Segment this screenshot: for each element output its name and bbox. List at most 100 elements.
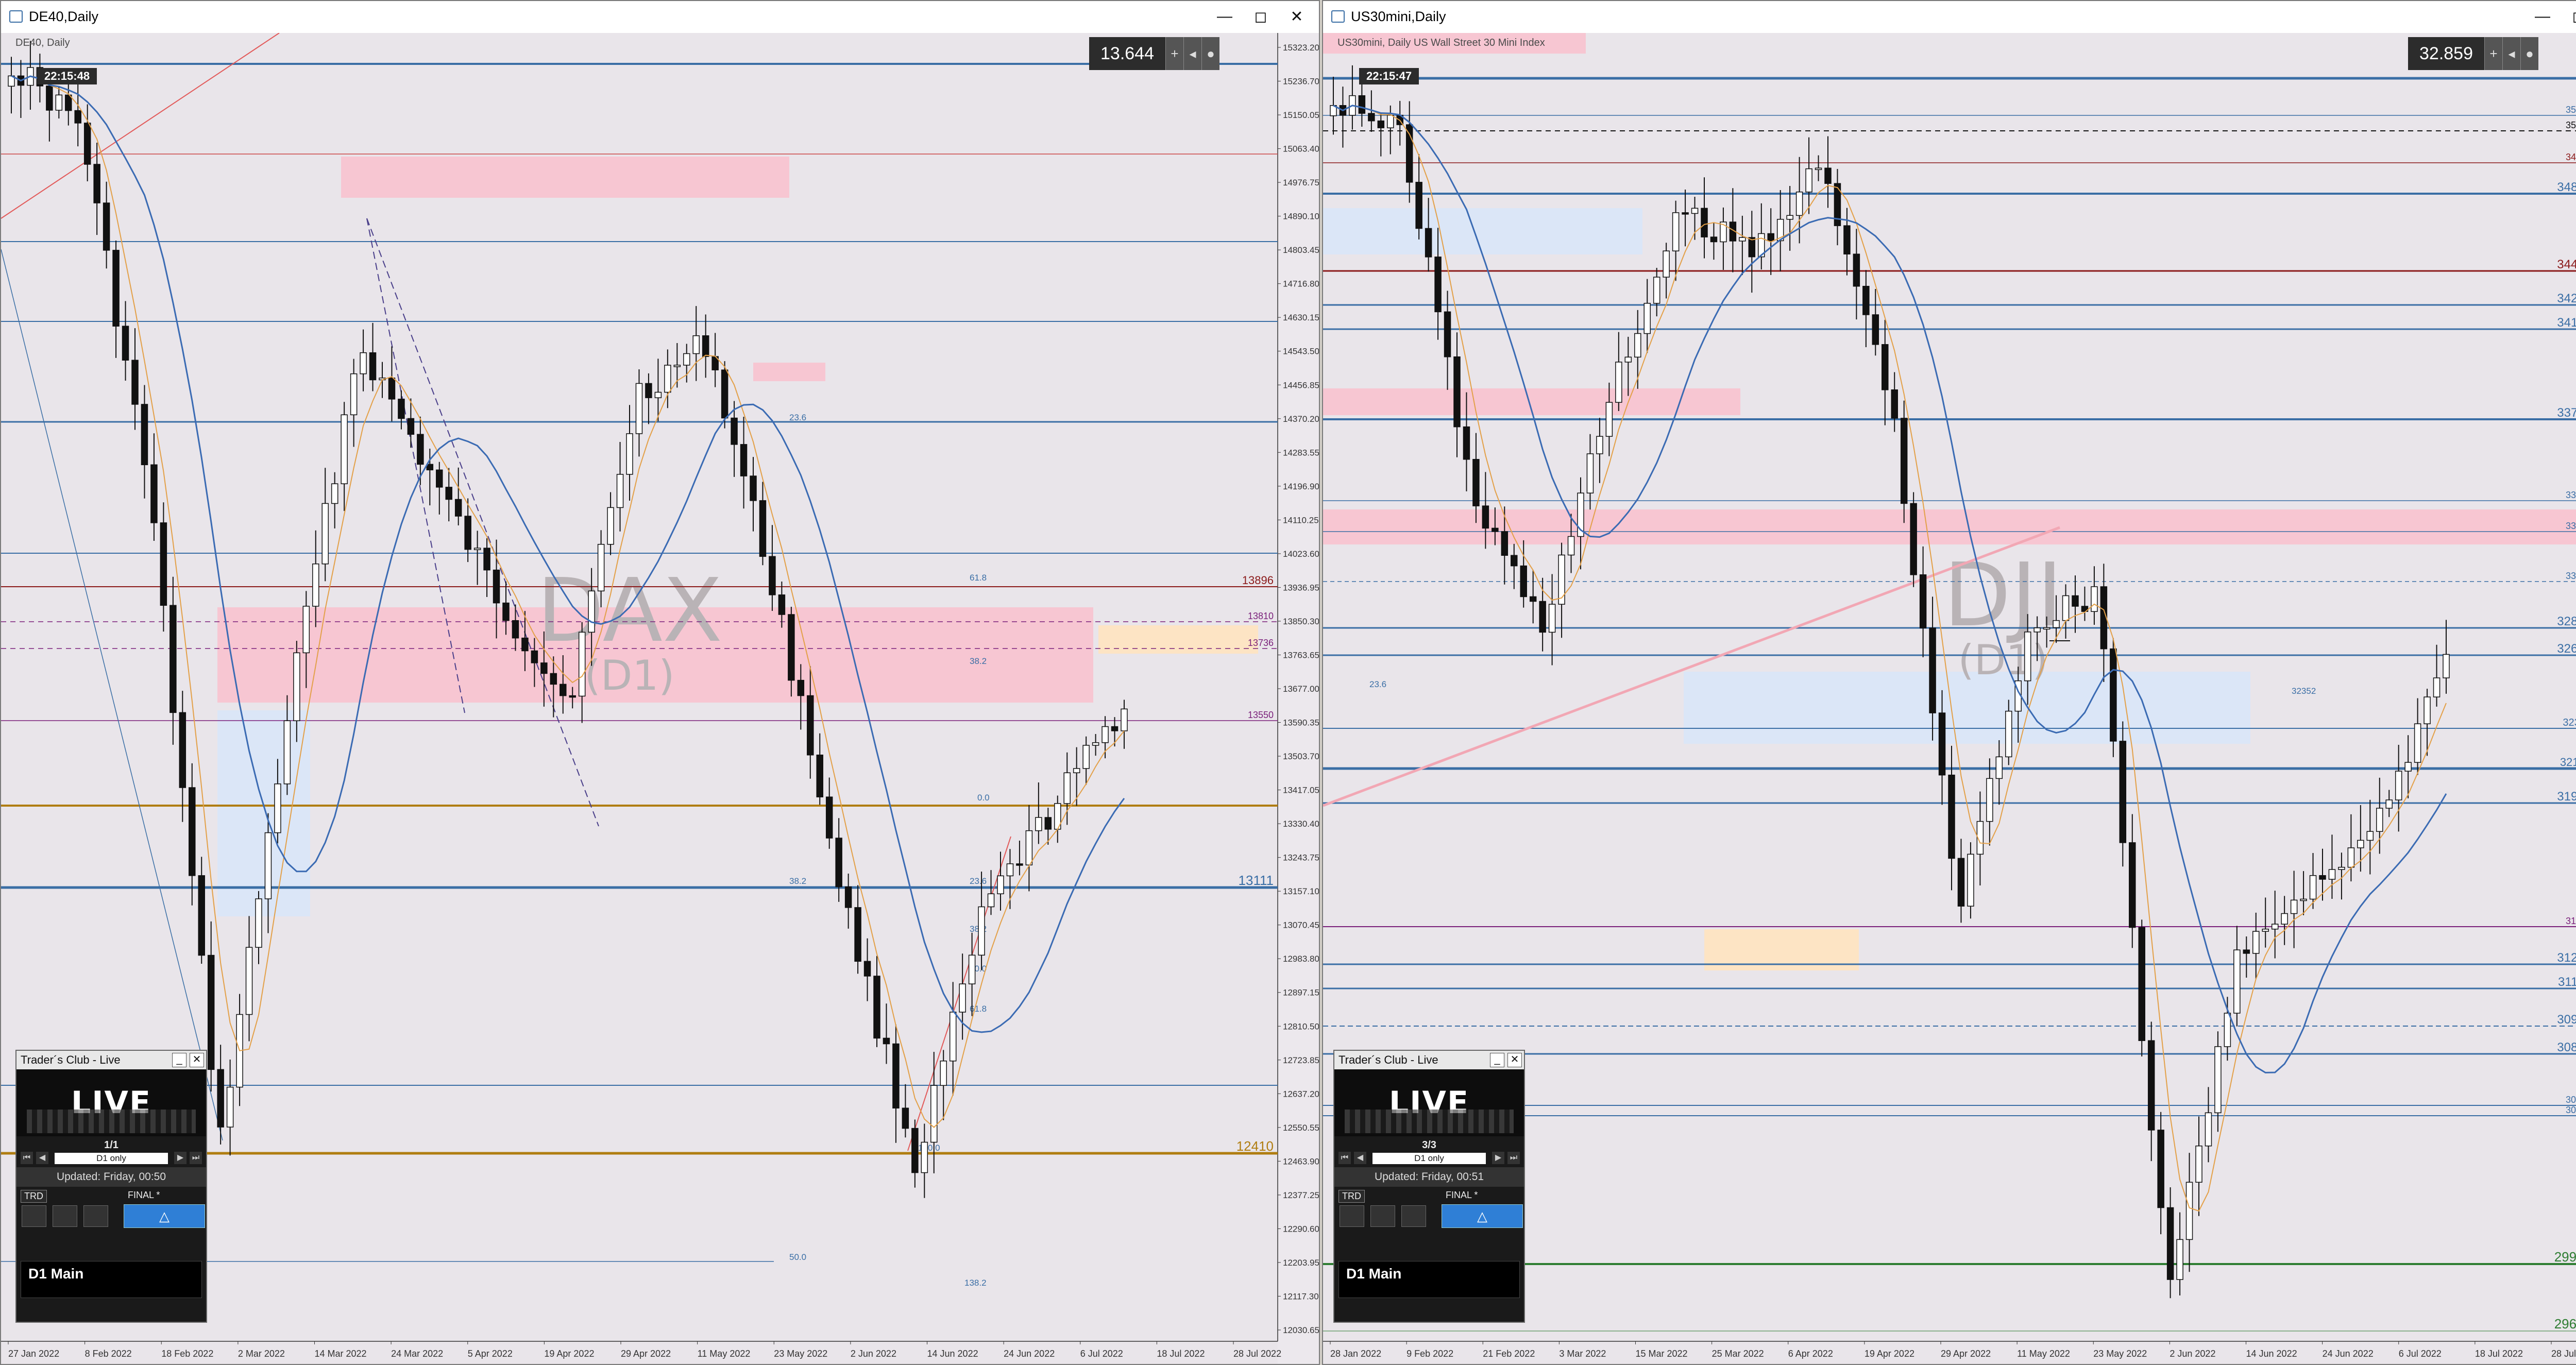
first-page-icon[interactable]: ⏮ <box>1338 1152 1351 1164</box>
prev-page-icon[interactable]: ◀ <box>36 1152 48 1164</box>
panel-titlebar[interactable]: Trader´s Club - Live _ ✕ <box>16 1051 206 1069</box>
candle-body <box>369 352 377 381</box>
upload-button[interactable]: △ <box>124 1204 205 1228</box>
candle-body <box>1539 601 1546 633</box>
panel-titlebar[interactable]: Trader´s Club - Live _ ✕ <box>1334 1051 1524 1069</box>
candle-body <box>873 976 880 1039</box>
watermark-timeframe: (D1) <box>1958 636 2048 684</box>
price-tick-label: 13936.95 <box>1283 583 1319 592</box>
time-tick-label: 24 Mar 2022 <box>391 1349 443 1359</box>
candle-body <box>160 522 167 606</box>
minimize-button[interactable]: — <box>2524 4 2561 29</box>
candle-body <box>388 378 396 400</box>
candle-body <box>588 590 595 633</box>
chart-plot-area[interactable]: 35495.9035344.8035193.7035042.6034891.50… <box>1323 33 2576 1364</box>
traders-club-panel[interactable]: Trader´s Club - Live _ ✕ LIVE 3/3 ⏮ ◀ D1 … <box>1333 1050 1525 1323</box>
level-label: 31988 <box>2557 790 2576 804</box>
updated-status: Updated: Friday, 00:50 <box>16 1167 206 1187</box>
panel-minimize-button[interactable]: _ <box>172 1053 187 1067</box>
candle-body <box>778 594 786 615</box>
next-page-icon[interactable]: ▶ <box>1492 1152 1504 1164</box>
upload-button[interactable]: △ <box>1442 1204 1523 1228</box>
document-icon[interactable] <box>22 1205 46 1227</box>
prev-page-icon[interactable]: ◀ <box>1354 1152 1366 1164</box>
windows-icon[interactable] <box>53 1205 77 1227</box>
candle-body <box>302 606 310 654</box>
candle-body <box>1900 418 1908 504</box>
chart-plot-area[interactable]: 15323.20 15236.70 15150.05 15063.40 14976.75… <box>1 33 1319 1364</box>
document-icon[interactable] <box>1340 1205 1364 1227</box>
window-titlebar[interactable]: US30mini,Daily — ◻ ✕ <box>1323 1 2576 33</box>
candle-body <box>1891 389 1898 419</box>
main-section[interactable]: D1 Main <box>21 1261 202 1298</box>
main-section[interactable]: D1 Main <box>1338 1261 1520 1298</box>
spread-arrow-icon[interactable]: ◂ <box>1183 37 1201 70</box>
candle-body <box>2281 913 2288 925</box>
price-tick-label: 14890.10 <box>1283 212 1319 221</box>
trd-label[interactable]: TRD <box>1338 1190 1365 1203</box>
level-label: 34800 <box>2557 180 2576 194</box>
candle-body <box>1006 863 1014 877</box>
candle-body <box>2319 875 2326 880</box>
time-tick-label: 23 May 2022 <box>2093 1349 2147 1359</box>
time-tick-label: 19 Apr 2022 <box>1865 1349 1914 1359</box>
candle-body <box>217 1069 224 1128</box>
trash-icon[interactable] <box>1401 1205 1426 1227</box>
level-label: 31446 <box>2566 916 2576 926</box>
next-page-icon[interactable]: ▶ <box>174 1152 187 1164</box>
time-tick-label: 18 Jul 2022 <box>2475 1349 2523 1359</box>
time-tick-label: 28 Jul 2022 <box>1233 1349 1281 1359</box>
time-tick-label: 29 Apr 2022 <box>1941 1349 1991 1359</box>
filter-select[interactable]: D1 only <box>1372 1153 1486 1164</box>
spread-plus-icon[interactable]: + <box>1165 37 1183 70</box>
price-tick-label: 13590.35 <box>1283 718 1319 728</box>
chart-window-de40[interactable]: DE40,Daily — ◻ ✕ 15323.20 15236.70 15150.0… <box>0 0 1320 1365</box>
candle-body <box>968 954 976 984</box>
candle-body <box>2300 898 2307 901</box>
filter-select[interactable]: D1 only <box>55 1153 168 1164</box>
candle-body <box>854 907 861 962</box>
candle-body <box>1548 604 1556 633</box>
candle-body <box>2214 1046 2222 1114</box>
trd-label[interactable]: TRD <box>21 1190 47 1203</box>
maximize-button[interactable]: ◻ <box>2561 4 2576 29</box>
candle-body <box>1672 212 1680 251</box>
candle-body <box>170 605 177 713</box>
candle-body <box>131 360 139 405</box>
window-titlebar[interactable]: DE40,Daily — ◻ ✕ <box>1 1 1319 33</box>
candle-body <box>892 1043 900 1108</box>
windows-icon[interactable] <box>1370 1205 1395 1227</box>
last-page-icon[interactable]: ⏭ <box>190 1152 202 1164</box>
minimize-button[interactable]: — <box>1207 4 1243 29</box>
price-tick-label: 12117.30 <box>1283 1291 1319 1301</box>
symbol-description: DE40, Daily <box>15 37 70 48</box>
time-tick-label: 24 Jun 2022 <box>2323 1349 2374 1359</box>
main-section-title: D1 Main <box>28 1266 84 1282</box>
candle-body <box>150 464 158 523</box>
candle-body <box>2110 648 2117 742</box>
candle-body <box>1016 863 1023 866</box>
maximize-button[interactable]: ◻ <box>1243 4 1279 29</box>
time-tick-label: 19 Apr 2022 <box>544 1349 594 1359</box>
panel-close-button[interactable]: ✕ <box>1507 1053 1522 1067</box>
candle-body <box>1919 574 1927 628</box>
candle-body <box>2091 586 2098 612</box>
spread-circle-icon[interactable]: ● <box>1201 37 1219 70</box>
candle-body <box>607 507 614 545</box>
panel-minimize-button[interactable]: _ <box>1490 1053 1504 1067</box>
close-button[interactable]: ✕ <box>1279 4 1315 29</box>
spread-circle-icon[interactable]: ● <box>2520 37 2538 70</box>
candle-body <box>2053 620 2060 628</box>
candle-body <box>1073 768 1080 774</box>
time-tick-label: 14 Jun 2022 <box>2246 1349 2297 1359</box>
first-page-icon[interactable]: ⏮ <box>21 1152 33 1164</box>
spread-arrow-icon[interactable]: ◂ <box>2502 37 2520 70</box>
traders-club-panel[interactable]: Trader´s Club - Live _ ✕ LIVE 1/1 ⏮ ◀ D1 … <box>15 1050 207 1323</box>
price-tick-label: 14716.80 <box>1283 279 1319 289</box>
candle-body <box>578 632 586 697</box>
chart-window-us30[interactable]: US30mini,Daily — ◻ ✕ 35495.9035344.80351… <box>1322 0 2576 1365</box>
panel-close-button[interactable]: ✕ <box>190 1053 204 1067</box>
trash-icon[interactable] <box>83 1205 108 1227</box>
spread-plus-icon[interactable]: + <box>2484 37 2502 70</box>
last-page-icon[interactable]: ⏭ <box>1507 1152 1520 1164</box>
